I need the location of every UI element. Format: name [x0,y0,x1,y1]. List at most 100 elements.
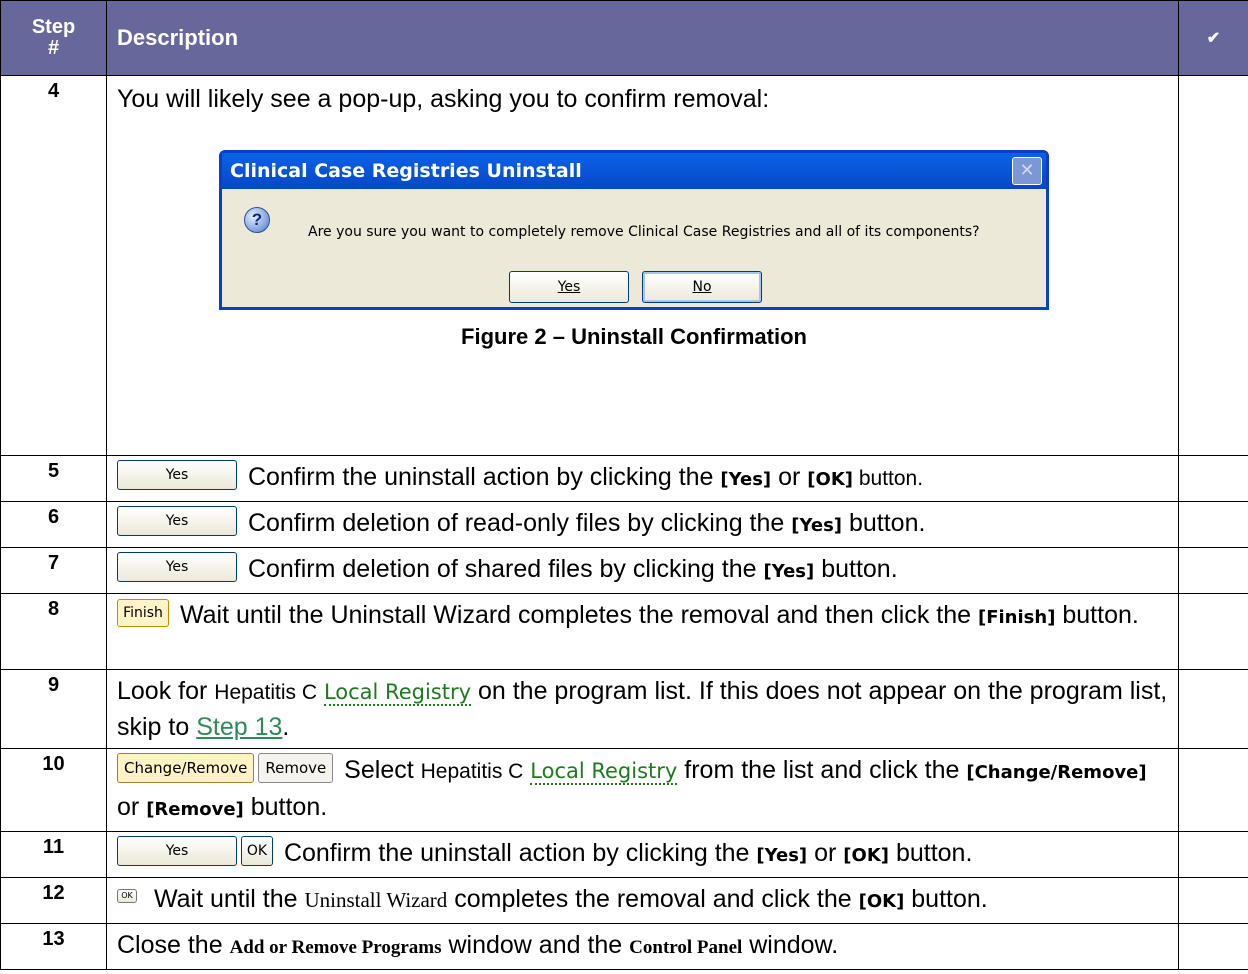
yes-button-image: Yes [117,836,237,867]
table-row: 5 Yes Confirm the uninstall action by cl… [0,455,1248,502]
check-cell [1178,547,1248,594]
table-row: 9 Look for Hepatitis C Local Registry on… [0,669,1248,749]
check-cell [1178,748,1248,832]
procedure-table: Step # Description ✔ 4 You will likely se… [0,0,1248,970]
step-text: button. [842,509,926,537]
table-row: 8 Finish Wait until the Uninstall Wizard… [0,593,1248,670]
description-header: Description [106,0,1179,76]
step-text: button. [889,839,973,867]
table-row: 11 Yes OK Confirm the uninstall action by… [0,831,1248,878]
change-remove-button-image: Change/Remove [117,753,255,784]
dialog-yes-button[interactable]: Yes [509,271,629,303]
dialog-figure: Clinical Case Registries Uninstall ✕ ? A… [219,150,1049,354]
step-description: Yes Confirm deletion of shared files by … [106,547,1179,594]
step-text: button. [814,555,898,583]
table-row: 4 You will likely see a pop-up, asking y… [0,75,1248,456]
step-text: . [282,713,290,741]
step-description: Yes OK Confirm the uninstall action by cl… [106,831,1179,878]
table-row: 6 Yes Confirm deletion of read-only file… [0,501,1248,548]
table-row: 12 OK Wait until the Uninstall Wizard co… [0,877,1248,924]
table-row: 7 Yes Confirm deletion of shared files b… [0,547,1248,594]
step-number: 4 [0,75,107,456]
check-cell [1178,669,1248,749]
step-text: Confirm the uninstall action by clicking… [277,839,757,867]
step-text: Wait until the Uninstall Wizard complete… [173,601,978,629]
step-description: Yes Confirm deletion of read-only files … [106,501,1179,548]
step-text: Select [337,756,421,784]
yes-button-image: Yes [117,460,237,491]
program-name: Hepatitis C [420,760,524,783]
window-name: Control Panel [629,937,743,958]
step-description: Change/Remove Remove Select Hepatitis C L… [106,748,1179,832]
check-cell [1178,455,1248,502]
dialog-title: Clinical Case Registries Uninstall [230,160,582,182]
step-text: Confirm the uninstall action by clicking… [241,463,721,491]
window-name: Add or Remove Programs [229,937,442,958]
step-number: 11 [0,831,107,878]
header-row: Step # Description ✔ [0,0,1248,76]
step-text: button. [243,793,328,821]
step-description: Finish Wait until the Uninstall Wizard c… [106,593,1179,670]
step-text: button. [904,885,988,913]
button-ref: [OK] [843,845,889,866]
step-header: Step # [0,0,107,76]
table-row: 10 Change/Remove Remove Select Hepatitis … [0,748,1248,832]
check-cell [1178,877,1248,924]
step-description: Look for Hepatitis C Local Registry on t… [106,669,1179,749]
step-header-hash: # [47,37,60,59]
finish-button-image: Finish [117,599,169,628]
question-icon: ? [244,207,270,233]
step-text: or [117,793,147,821]
step-text: button. [853,467,924,490]
step-number: 12 [0,877,107,924]
button-ref: [OK] [807,469,853,490]
step-text: from the list and click the [677,756,967,784]
step-number: 13 [0,923,107,970]
dialog-no-label: No [692,279,712,295]
dialog-title-bar: Clinical Case Registries Uninstall ✕ [222,153,1046,189]
program-name: Uninstall Wizard [304,888,448,912]
step-text: window. [742,931,839,959]
step-description: OK Wait until the Uninstall Wizard compl… [106,877,1179,924]
uninstall-dialog: Clinical Case Registries Uninstall ✕ ? A… [219,150,1049,310]
checkmark-icon: ✔ [1178,0,1248,76]
step-number: 10 [0,748,107,832]
step-text: Confirm deletion of read-only files by c… [241,509,792,537]
ok-button-image: OK [241,836,273,867]
check-cell [1178,831,1248,878]
table-row: 13 Close the Add or Remove Programs wind… [0,923,1248,970]
yes-button-image: Yes [117,506,237,537]
dialog-yes-label: Yes [557,279,581,295]
check-cell [1178,923,1248,970]
button-ref: [Finish] [977,607,1056,628]
button-ref: [Yes] [756,845,808,866]
step-text: window and the [441,931,630,959]
close-icon[interactable]: ✕ [1012,157,1042,185]
step-text: completes the removal and click the [447,885,859,913]
dialog-no-button[interactable]: No [642,271,762,303]
step-text: or [771,463,808,491]
button-ref: [OK] [858,891,905,912]
ok-button-image: OK [117,889,137,904]
button-ref: [Yes] [763,561,815,582]
yes-button-image: Yes [117,552,237,583]
step-text: You will likely see a pop-up, asking you… [117,85,770,113]
step-number: 5 [0,455,107,502]
local-registry-link[interactable]: Local Registry [323,680,472,706]
remove-button-image: Remove [258,753,334,784]
check-cell [1178,75,1248,456]
step-number: 6 [0,501,107,548]
step-number: 7 [0,547,107,594]
step-text: Look for [117,677,215,705]
step-13-link[interactable]: Step 13 [196,713,282,741]
dialog-message: Are you sure you want to completely remo… [308,224,980,240]
figure-caption: Figure 2 – Uninstall Confirmation [461,324,807,349]
local-registry-link[interactable]: Local Registry [530,759,678,785]
step-header-label: Step [31,16,76,38]
program-name: Hepatitis C [214,681,317,704]
button-ref: [Yes] [791,515,843,536]
step-text: Confirm deletion of shared files by clic… [241,555,764,583]
button-ref: [Yes] [720,469,772,490]
dialog-body: ? Are you sure you want to completely re… [222,189,1046,307]
step-number: 8 [0,593,107,670]
